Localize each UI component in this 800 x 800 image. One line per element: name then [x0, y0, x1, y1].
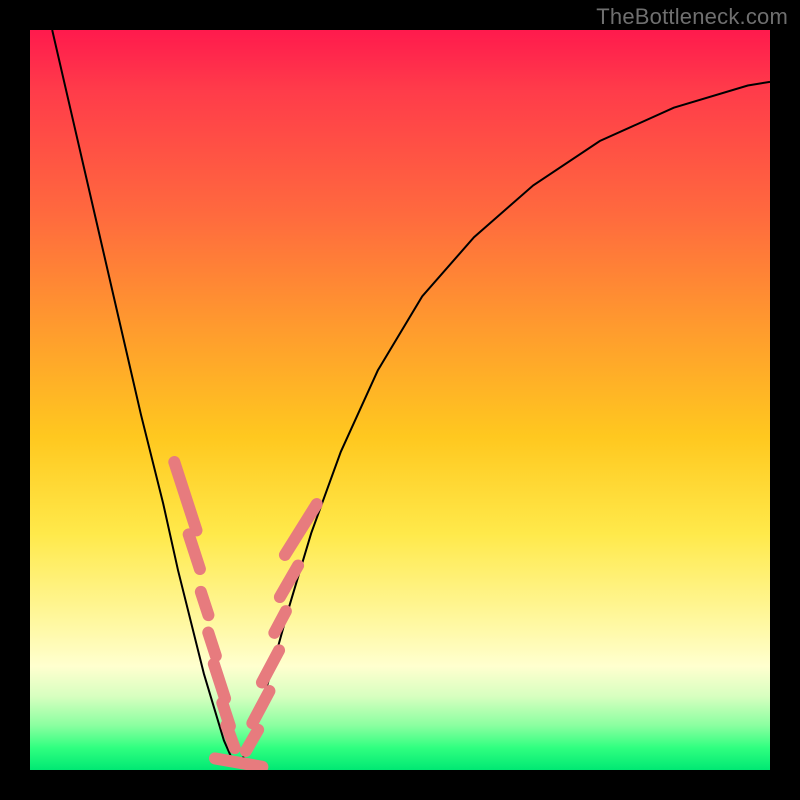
marker-capsule	[167, 455, 203, 537]
marker-capsule	[201, 626, 222, 663]
marker-capsule	[255, 643, 287, 690]
marker-capsule	[209, 752, 269, 770]
chart-svg	[30, 30, 770, 770]
bottleneck-curve	[52, 30, 770, 766]
marker-capsule	[277, 496, 324, 562]
watermark-text: TheBottleneck.com	[596, 4, 788, 30]
marker-capsule	[194, 585, 215, 622]
plot-area	[30, 30, 770, 770]
marker-capsule	[245, 684, 277, 731]
marker-capsule	[272, 558, 305, 605]
marker-capsule	[182, 527, 207, 575]
outer-frame: TheBottleneck.com	[0, 0, 800, 800]
curve-right-branch	[237, 82, 770, 767]
marker-group	[167, 455, 324, 770]
curve-left-branch	[52, 30, 237, 766]
marker-capsule	[267, 604, 293, 641]
